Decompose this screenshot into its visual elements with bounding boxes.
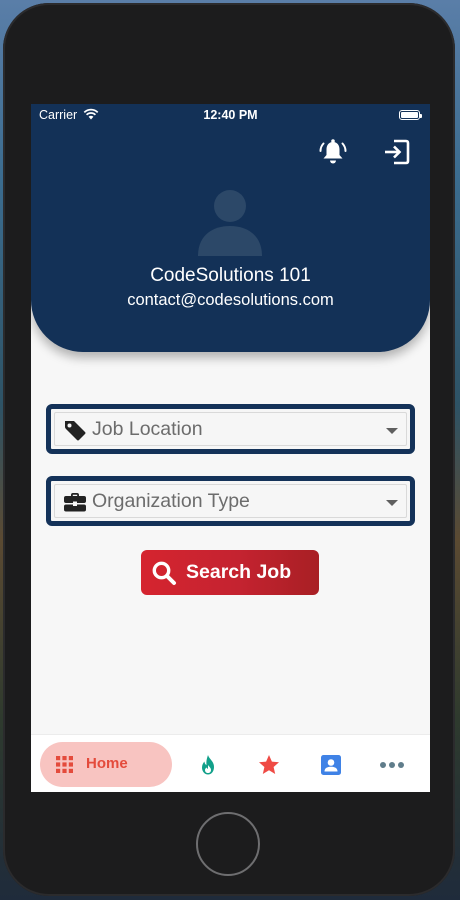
bell-alarm-icon[interactable] xyxy=(317,136,349,168)
more-dots-icon[interactable] xyxy=(380,753,404,777)
tag-icon xyxy=(65,421,86,441)
battery-icon xyxy=(399,110,422,120)
grid-icon xyxy=(56,756,73,773)
bottom-navigation: Home xyxy=(31,734,430,792)
device-home-button[interactable] xyxy=(196,812,260,876)
user-name: CodeSolutions 101 xyxy=(150,265,311,286)
flame-icon[interactable] xyxy=(196,753,220,777)
status-bar: Carrier 12:40 PM xyxy=(31,104,430,126)
search-icon xyxy=(152,561,176,585)
app-screen: Carrier 12:40 PM CodeSolutions 101 conta… xyxy=(31,104,430,792)
clock: 12:40 PM xyxy=(203,108,258,122)
briefcase-icon xyxy=(64,493,86,512)
person-silhouette-icon xyxy=(198,190,262,256)
profile-header: Carrier 12:40 PM CodeSolutions 101 conta… xyxy=(31,104,430,352)
chevron-down-icon xyxy=(386,428,398,434)
job-location-dropdown[interactable]: Job Location xyxy=(46,404,415,454)
contact-card-icon[interactable] xyxy=(319,753,343,777)
nav-item-home[interactable]: Home xyxy=(40,742,172,787)
search-job-label: Search Job xyxy=(186,561,292,583)
search-job-button[interactable]: Search Job xyxy=(141,550,319,595)
organization-type-dropdown[interactable]: Organization Type xyxy=(46,476,415,526)
nav-home-label: Home xyxy=(86,755,128,772)
exit-door-icon[interactable] xyxy=(381,136,413,168)
user-email: contact@codesolutions.com xyxy=(127,291,334,309)
organization-type-placeholder: Organization Type xyxy=(92,490,250,512)
job-location-placeholder: Job Location xyxy=(92,418,203,440)
star-icon[interactable] xyxy=(257,753,281,777)
chevron-down-icon xyxy=(386,500,398,506)
